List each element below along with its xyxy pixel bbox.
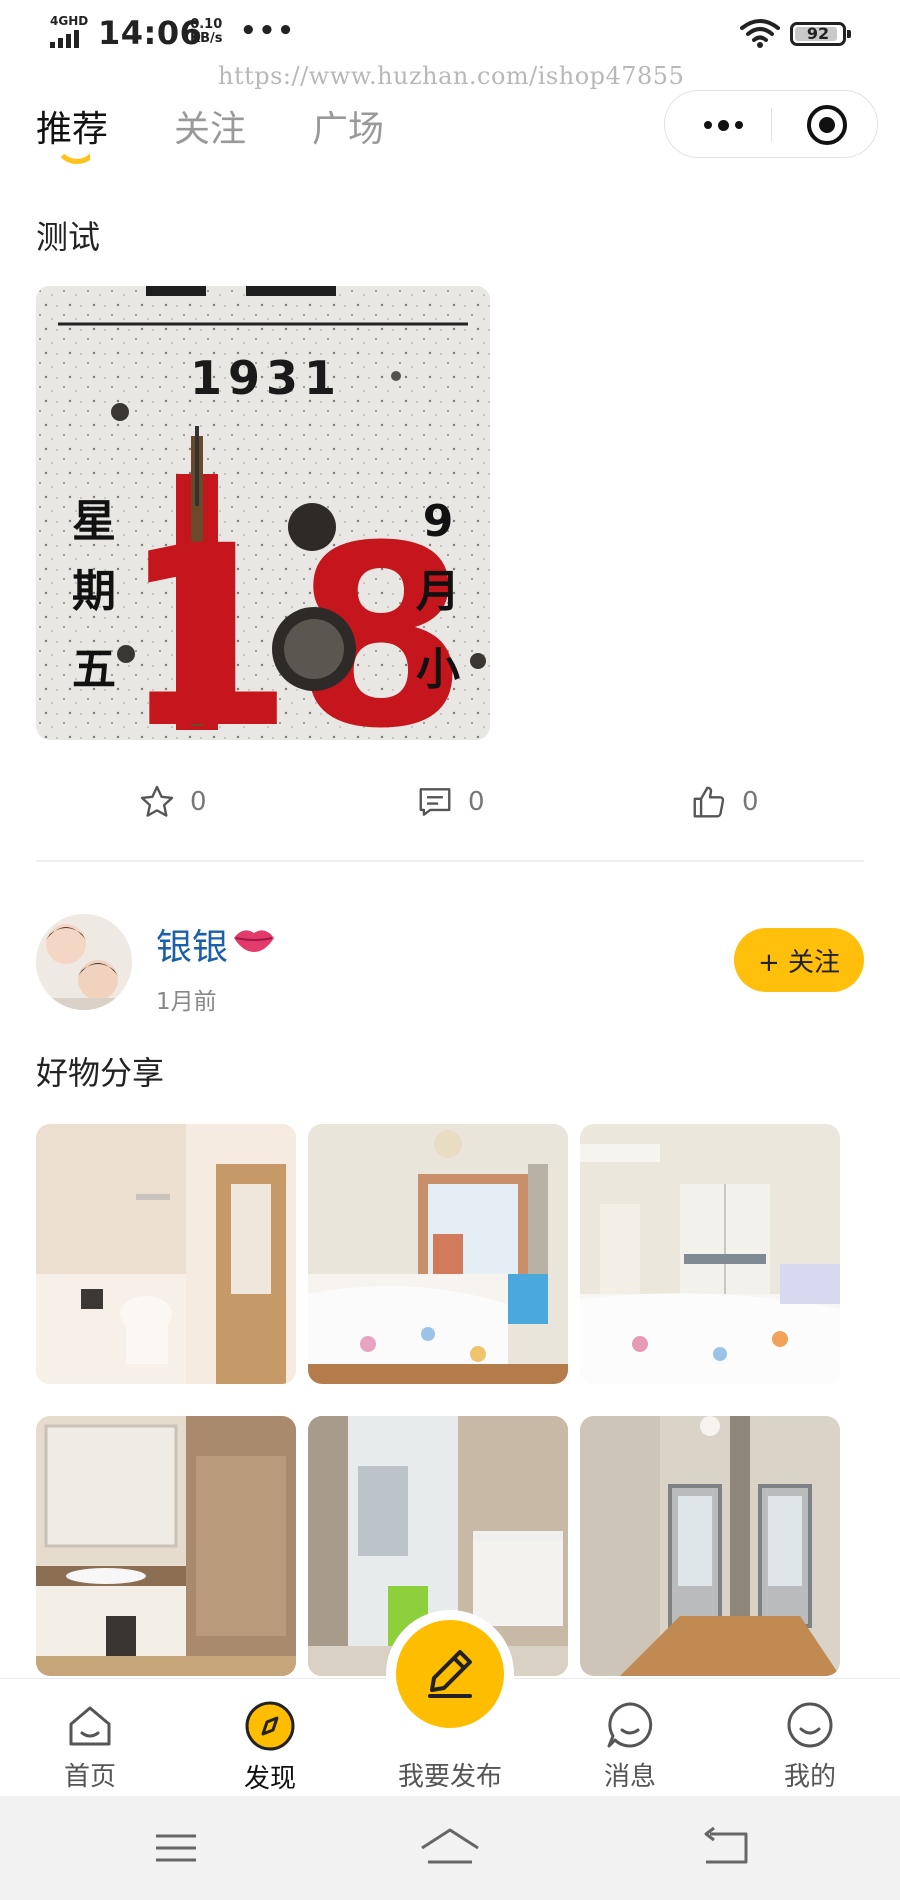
battery-level: 92 <box>806 24 830 43</box>
month-char-1: 9 <box>423 496 454 547</box>
post-image-calendar[interactable]: 1931 18 星 期 五 9 月 小 <box>36 286 490 740</box>
tab-label: 消息 <box>603 1762 656 1792</box>
tab-label: 发现 <box>243 1764 296 1794</box>
watermark: https://www.huzhan.com/ishop47855 <box>218 62 685 90</box>
publish-label[interactable]: 我要发布 <box>370 1756 530 1793</box>
network-speed-value: 0.10 <box>190 17 223 32</box>
bathroom-photo <box>36 1124 296 1384</box>
month-char-2: 月 <box>416 566 460 617</box>
weekday-char-1: 星 <box>72 496 116 547</box>
status-bar: 4GHD 14:06 0.10 KB/s ••• 92 <box>0 0 900 70</box>
hallway-photo <box>580 1416 840 1676</box>
tab-home[interactable]: 首页 <box>30 1700 150 1793</box>
back-icon[interactable] <box>696 1826 756 1870</box>
post-title: 好物分享 <box>36 1054 165 1092</box>
bathroom-vanity-photo <box>36 1416 296 1676</box>
photo-thumbnail[interactable] <box>36 1416 296 1676</box>
tab-following[interactable]: 关注 <box>174 100 246 152</box>
post-divider <box>36 860 864 862</box>
photo-thumbnail[interactable] <box>580 1124 840 1384</box>
photo-thumbnail[interactable] <box>308 1124 568 1384</box>
tab-square[interactable]: 广场 <box>312 100 384 152</box>
photo-thumbnail[interactable] <box>580 1416 840 1676</box>
tab-label: 我的 <box>783 1762 836 1792</box>
tab-discover[interactable]: 发现 <box>210 1700 330 1795</box>
weekday-char-2: 期 <box>72 566 116 617</box>
clock: 14:06 <box>98 14 203 52</box>
tab-messages[interactable]: 消息 <box>570 1700 690 1793</box>
thumbs-up-icon <box>693 786 725 818</box>
like-count: 0 <box>742 787 759 817</box>
signal-icon <box>50 30 79 48</box>
post-actions: 0 0 0 <box>0 778 900 826</box>
calendar-year: 1931 <box>190 351 342 405</box>
like-button[interactable]: 0 <box>690 778 759 826</box>
close-miniprogram-icon[interactable] <box>807 105 847 145</box>
post-time: 1月前 <box>156 989 217 1015</box>
network-type: 4GHD <box>50 14 89 28</box>
comment-count: 0 <box>468 787 485 817</box>
bedroom-wardrobe-photo <box>580 1124 840 1384</box>
capsule-divider <box>771 108 772 142</box>
photo-thumbnail[interactable] <box>36 1124 296 1384</box>
compass-icon <box>245 1701 295 1751</box>
calendar-page-illustration: 1931 18 星 期 五 9 月 小 <box>36 286 490 740</box>
weekday-char-3: 五 <box>72 644 116 695</box>
more-icon[interactable] <box>695 109 751 141</box>
tab-mine[interactable]: 我的 <box>750 1700 870 1793</box>
notification-dots: ••• <box>240 16 296 46</box>
comment-icon <box>419 788 451 816</box>
menu-icon[interactable] <box>146 1826 206 1870</box>
network-speed-unit: KB/s <box>190 31 223 46</box>
comment-button[interactable]: 0 <box>416 778 485 826</box>
message-icon <box>607 1702 653 1748</box>
lips-icon <box>234 930 274 952</box>
profile-smile-icon <box>787 1702 833 1748</box>
avatar-image <box>36 914 132 1010</box>
tab-label: 首页 <box>63 1762 116 1792</box>
bedroom-window-photo <box>308 1124 568 1384</box>
month-char-3: 小 <box>416 644 460 695</box>
follow-button[interactable]: + 关注 <box>734 928 864 992</box>
system-nav-bar <box>0 1796 900 1900</box>
favorite-button[interactable]: 0 <box>138 778 207 826</box>
star-icon <box>140 785 174 817</box>
pencil-icon <box>428 1650 472 1698</box>
miniprogram-capsule <box>664 90 878 158</box>
battery-icon: 92 <box>790 22 851 46</box>
publish-button[interactable] <box>396 1620 504 1728</box>
home-icon <box>69 1706 111 1746</box>
post-title: 测试 <box>36 218 101 256</box>
network-speed: 0.10 KB/s <box>190 18 222 46</box>
favorite-count: 0 <box>190 787 207 817</box>
home-nav-icon[interactable] <box>420 1826 480 1870</box>
smile-icon <box>54 140 90 168</box>
avatar[interactable] <box>36 914 132 1010</box>
wifi-icon <box>740 19 780 48</box>
author-name[interactable]: 银银 <box>156 918 228 970</box>
